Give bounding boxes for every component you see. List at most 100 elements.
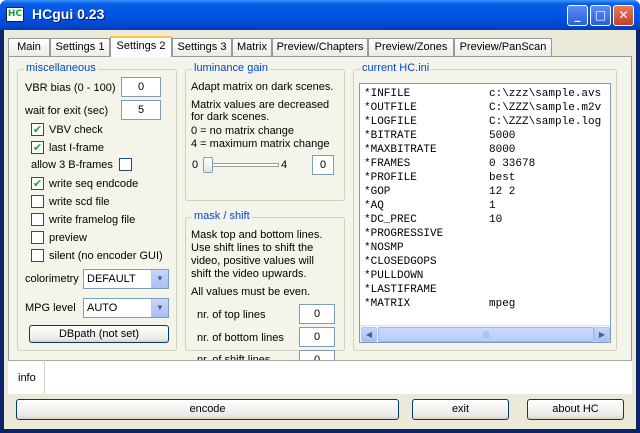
client-area: Main Settings 1 Settings 2 Settings 3 Ma… — [4, 30, 636, 429]
vbr-bias-input[interactable]: 0 — [121, 77, 161, 97]
mask-text-1: Mask top and bottom lines. — [191, 229, 323, 241]
luminance-max-label: 4 — [281, 159, 288, 171]
scroll-right-icon[interactable]: ▶ — [594, 327, 610, 342]
preview-label: preview — [49, 232, 87, 244]
vbr-bias-label: VBR bias (0 - 100) — [25, 82, 116, 94]
info-area — [8, 360, 632, 394]
ini-value: 5000 — [489, 130, 516, 142]
mpg-level-label: MPG level — [25, 302, 76, 314]
ini-key: *MAXBITRATE — [364, 144, 437, 156]
ini-key: *MATRIX — [364, 298, 411, 310]
ini-key: *AQ — [364, 200, 384, 212]
framelog-checkbox[interactable] — [31, 213, 44, 226]
mpg-level-select[interactable]: AUTO ▼ — [83, 298, 169, 318]
bframes-checkbox[interactable] — [119, 158, 132, 171]
tab-settings-3[interactable]: Settings 3 — [172, 38, 232, 56]
ini-row: *BITRATE 5000 — [364, 130, 515, 143]
vbv-check-label: VBV check — [49, 124, 103, 136]
luminance-slider-track[interactable] — [205, 163, 279, 167]
luminance-text-2: Matrix values are decreased — [191, 99, 330, 111]
mpg-level-value: AUTO — [87, 302, 118, 314]
maximize-button[interactable]: □ — [590, 5, 611, 26]
misc-group-title: miscellaneous — [24, 62, 98, 74]
scd-file-checkbox[interactable] — [31, 195, 44, 208]
ini-key: *PROGRESSIVE — [364, 228, 444, 240]
ini-key: *INFILE — [364, 88, 411, 100]
info-divider — [44, 360, 45, 394]
colorimetry-select[interactable]: DEFAULT ▼ — [83, 269, 169, 289]
tab-preview-zones[interactable]: Preview/Zones — [368, 38, 454, 56]
luminance-value-field: 0 — [312, 155, 334, 175]
ini-key: *LASTIFRAME — [364, 284, 437, 296]
mask-text-4: shift the video upwards. — [191, 268, 307, 280]
dbpath-button[interactable]: DBpath (not set) — [29, 325, 169, 343]
luminance-slider-thumb[interactable] — [203, 157, 213, 173]
ini-row: *PROGRESSIVE — [364, 228, 443, 241]
ini-value: C:\ZZZ\sample.log — [489, 116, 602, 128]
ini-key: *PROFILE — [364, 172, 417, 184]
seq-endcode-checkbox[interactable]: ✔ — [31, 177, 44, 190]
mask-text-3: video, positive values will — [191, 255, 314, 267]
info-label: info — [18, 372, 36, 384]
ini-value: best — [489, 172, 516, 184]
luminance-text-1: Adapt matrix on dark scenes. — [191, 81, 334, 93]
ini-value: 8000 — [489, 144, 516, 156]
tab-settings-1[interactable]: Settings 1 — [50, 38, 110, 56]
ini-key: *PULLDOWN — [364, 270, 424, 282]
tab-preview-chapters[interactable]: Preview/Chapters — [272, 38, 368, 56]
ini-key: *BITRATE — [364, 130, 417, 142]
ini-row: *PROFILE best — [364, 172, 515, 185]
colorimetry-label: colorimetry — [25, 273, 79, 285]
luminance-text-4: 0 = no matrix change — [191, 125, 295, 137]
preview-checkbox[interactable] — [31, 231, 44, 244]
last-iframe-label: last I-frame — [49, 142, 105, 154]
ini-group-title: current HC.ini — [360, 62, 432, 74]
scroll-thumb[interactable]: ||| — [378, 327, 594, 342]
ini-key: *NOSMP — [364, 242, 404, 254]
tab-settings-2[interactable]: Settings 2 — [110, 36, 172, 57]
silent-checkbox[interactable] — [31, 249, 44, 262]
wait-exit-input[interactable]: 5 — [121, 100, 161, 120]
last-iframe-checkbox[interactable]: ✔ — [31, 141, 44, 154]
ini-key: *DC_PREC — [364, 214, 417, 226]
tab-main[interactable]: Main — [8, 38, 50, 56]
chevron-down-icon[interactable]: ▼ — [151, 270, 168, 288]
ini-row: *OUTFILE C:\ZZZ\sample.m2v — [364, 102, 601, 115]
bottom-lines-label: nr. of bottom lines — [197, 332, 284, 344]
exit-button[interactable]: exit — [412, 399, 509, 420]
scd-file-label: write scd file — [49, 196, 110, 208]
about-button[interactable]: about HC — [527, 399, 624, 420]
encode-button[interactable]: encode — [16, 399, 399, 420]
title-bar[interactable]: HC HCgui 0.23 _ □ ✕ — [0, 0, 640, 30]
settings-2-panel: miscellaneous VBR bias (0 - 100) 0 wait … — [8, 56, 632, 386]
bottom-lines-input[interactable]: 0 — [299, 327, 335, 347]
ini-key: *LOGFILE — [364, 116, 417, 128]
ini-row: *CLOSEDGOPS — [364, 256, 437, 269]
vbv-check-checkbox[interactable]: ✔ — [31, 123, 44, 136]
ini-key: *GOP — [364, 186, 391, 198]
silent-label: silent (no encoder GUI) — [49, 250, 163, 262]
top-lines-input[interactable]: 0 — [299, 304, 335, 324]
framelog-label: write framelog file — [49, 214, 136, 226]
minimize-button[interactable]: _ — [567, 5, 588, 26]
colorimetry-value: DEFAULT — [87, 273, 136, 285]
luminance-text-3: for dark scenes. — [191, 111, 270, 123]
tab-matrix[interactable]: Matrix — [232, 38, 272, 56]
luminance-text-5: 4 = maximum matrix change — [191, 138, 330, 150]
ini-row: *NOSMP — [364, 242, 404, 255]
ini-text-area[interactable]: *INFILE c:\zzz\sample.avs *OUTFILE C:\ZZZ\s… — [359, 83, 611, 343]
tab-preview-panscan[interactable]: Preview/PanScan — [454, 38, 552, 56]
scroll-left-icon[interactable]: ◀ — [361, 327, 377, 342]
ini-value: mpeg — [489, 298, 516, 310]
window-title: HCgui 0.23 — [32, 6, 105, 22]
ini-row: *GOP 12 2 — [364, 186, 515, 199]
app-window: HC HCgui 0.23 _ □ ✕ Main Settings 1 Sett… — [0, 0, 640, 433]
mask-text-2: Use shift lines to shift the — [191, 242, 314, 254]
chevron-down-icon[interactable]: ▼ — [151, 299, 168, 317]
ini-key: *OUTFILE — [364, 102, 417, 114]
app-logo-icon: HC — [6, 7, 24, 22]
bframes-label: allow 3 B-frames — [31, 159, 113, 171]
ini-row: *MATRIX mpeg — [364, 298, 515, 311]
ini-horizontal-scrollbar[interactable]: ◀ ||| ▶ — [360, 325, 610, 342]
close-button[interactable]: ✕ — [613, 5, 634, 26]
